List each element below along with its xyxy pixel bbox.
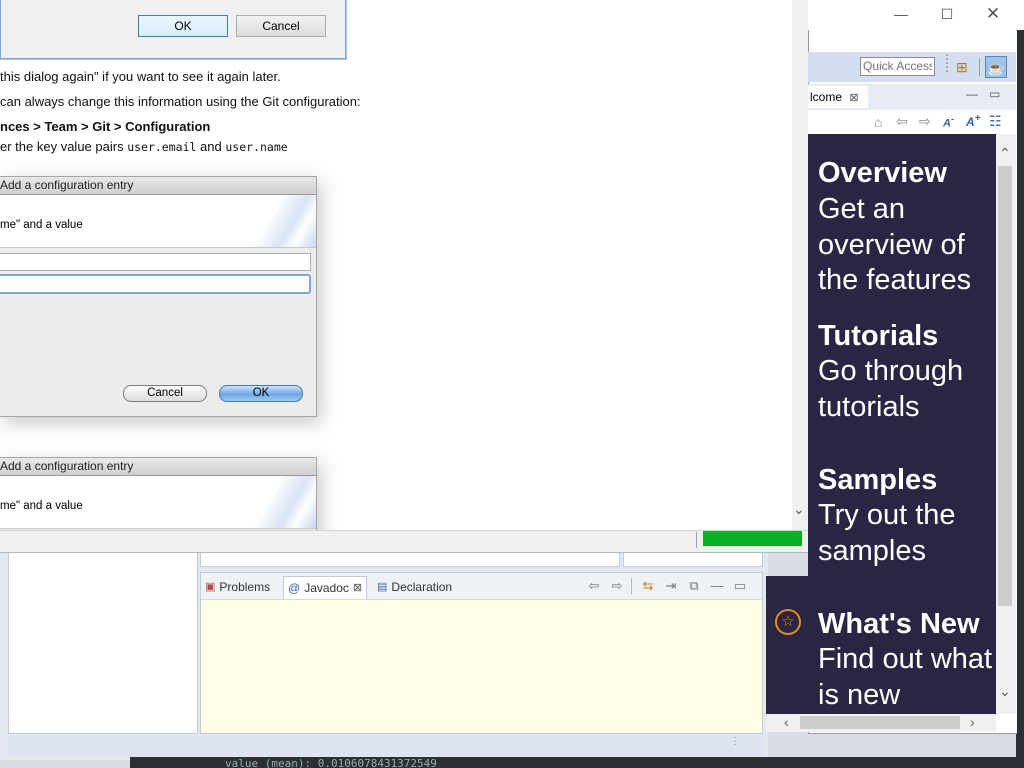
- java-perspective-icon[interactable]: ☕: [985, 56, 1007, 78]
- forward-icon[interactable]: ⇨: [610, 579, 624, 593]
- scroll-down-icon[interactable]: ⌄: [999, 684, 1011, 698]
- scrollbar-thumb[interactable]: [998, 166, 1012, 606]
- tab-welcome[interactable]: lcome ⊠: [808, 86, 868, 108]
- minimize-icon[interactable]: —: [966, 87, 978, 101]
- samples-description: Try out the samples: [818, 499, 956, 567]
- scrollbar-thumb[interactable]: [800, 716, 960, 729]
- decrease-font-icon[interactable]: A-: [943, 114, 954, 130]
- scroll-up-icon[interactable]: ⌃: [999, 146, 1011, 160]
- open-external-icon[interactable]: ⧉: [687, 579, 701, 593]
- welcome-content-edge: ☆: [766, 576, 808, 714]
- welcome-content: Overview Get an overview of the features…: [808, 134, 996, 714]
- customize-icon[interactable]: ☷: [989, 113, 1002, 130]
- back-icon[interactable]: ⇦: [896, 113, 908, 130]
- tab-problems[interactable]: ▣ Problems: [205, 578, 270, 596]
- dialog-title: Add a configuration entry: [0, 177, 316, 195]
- overview-description: Get an overview of the features: [818, 193, 972, 296]
- home-icon[interactable]: ⌂: [874, 114, 882, 130]
- minimize-icon[interactable]: —: [710, 579, 724, 593]
- minimize-window-icon[interactable]: —: [892, 6, 910, 22]
- doc-text-line: can always change this information using…: [0, 94, 361, 109]
- dialog-title: Add a configuration entry: [0, 458, 316, 476]
- grip-icon[interactable]: ⋮: [730, 737, 740, 747]
- quick-access-input[interactable]: [860, 57, 935, 76]
- views-panel: ▣ Problems @ Javadoc ⊠ ▤ Declaration ⇦ ⇨…: [200, 572, 763, 734]
- close-icon[interactable]: ⊠: [353, 579, 362, 597]
- value-field[interactable]: [0, 274, 311, 294]
- open-input-icon[interactable]: ⇥: [664, 579, 678, 593]
- progress-bar: [703, 531, 802, 546]
- outline-panel-edge: [623, 552, 763, 567]
- back-icon[interactable]: ⇦: [587, 579, 601, 593]
- help-status-bar: [0, 530, 808, 552]
- status-separator: [696, 532, 697, 548]
- config-dialog-screenshot: Add a configuration entry me" and a valu…: [0, 176, 317, 417]
- welcome-toolbar: ⌂ ⇦ ⇨ A- A+ ☷: [808, 110, 1016, 134]
- doc-text: er the key value pairs: [0, 139, 128, 154]
- tab-label: Declaration: [391, 580, 453, 594]
- dialog-message: me" and a value: [0, 219, 83, 231]
- star-icon[interactable]: ☆: [775, 609, 801, 635]
- package-explorer-panel[interactable]: [8, 552, 198, 734]
- tab-declaration[interactable]: ▤ Declaration: [377, 578, 452, 596]
- help-window: OK Cancel this dialog again" if you want…: [0, 0, 809, 553]
- cancel-button[interactable]: Cancel: [236, 15, 326, 37]
- console-line: value (mean): 0.0106078431372549: [225, 758, 437, 768]
- scroll-down-icon[interactable]: ⌄: [793, 502, 805, 516]
- close-window-icon[interactable]: ✕: [984, 5, 1002, 22]
- increase-font-icon[interactable]: A+: [966, 113, 981, 129]
- toolbar-separator: [979, 58, 980, 76]
- dialog-banner-graphic: [254, 195, 316, 247]
- forward-icon[interactable]: ⇨: [919, 113, 931, 130]
- doc-text-line: er the key value pairs user.email and us…: [0, 139, 288, 154]
- tutorials-link[interactable]: Tutorials: [818, 319, 938, 353]
- maximize-window-icon[interactable]: ☐: [938, 6, 956, 22]
- ok-button[interactable]: OK: [219, 385, 303, 402]
- toolbar-separator: [631, 578, 632, 594]
- cancel-button[interactable]: Cancel: [123, 385, 207, 402]
- background-editor: [1016, 0, 1024, 768]
- overview-link[interactable]: Overview: [818, 156, 947, 190]
- whats-new-description: Find out what is new: [818, 643, 993, 711]
- tab-label: Javadoc: [304, 581, 349, 595]
- maximize-icon[interactable]: ▭: [989, 87, 1000, 101]
- maximize-icon[interactable]: ▭: [733, 579, 747, 593]
- config-dialog-screenshot: Add a configuration entry me" and a valu…: [0, 457, 317, 539]
- workbench-status-bar: [8, 736, 764, 756]
- declaration-icon: ▤: [377, 581, 388, 593]
- vertical-scrollbar[interactable]: ⌄: [792, 0, 808, 530]
- tab-javadoc[interactable]: @ Javadoc ⊠: [283, 576, 368, 599]
- window-controls: — ☐ ✕: [808, 0, 1024, 30]
- open-perspective-icon[interactable]: ⊞: [956, 59, 972, 75]
- doc-menu-path: nces > Team > Git > Configuration: [0, 119, 211, 134]
- link-with-editor-icon[interactable]: ⇆: [641, 579, 655, 593]
- close-icon[interactable]: ⊠: [849, 92, 858, 104]
- key-field[interactable]: [0, 253, 311, 271]
- tab-label: lcome: [810, 90, 843, 104]
- code-user-email: user.email: [127, 140, 197, 154]
- problems-icon: ▣: [205, 581, 216, 593]
- doc-text: and: [196, 139, 226, 154]
- scroll-left-icon[interactable]: ‹: [784, 715, 789, 729]
- editor-panel-edge: [200, 552, 620, 567]
- views-tabbar: ▣ Problems @ Javadoc ⊠ ▤ Declaration ⇦ ⇨…: [201, 573, 762, 600]
- code-user-name: user.name: [225, 140, 288, 154]
- embedded-dialog-screenshot: OK Cancel: [0, 0, 346, 59]
- toolbar-grip-icon: ⋮ ⋮: [941, 52, 953, 74]
- whats-new-link[interactable]: What's New: [818, 607, 980, 641]
- dialog-banner-graphic: [254, 476, 316, 528]
- samples-link[interactable]: Samples: [818, 463, 937, 497]
- doc-text-line: this dialog again" if you want to see it…: [0, 69, 281, 84]
- tutorials-description: Go through tutorials: [818, 355, 964, 423]
- ok-button[interactable]: OK: [138, 15, 228, 37]
- tab-label: Problems: [219, 580, 271, 594]
- dialog-message: me" and a value: [0, 500, 83, 512]
- at-icon: @: [288, 581, 301, 595]
- scroll-right-icon[interactable]: ›: [970, 715, 975, 729]
